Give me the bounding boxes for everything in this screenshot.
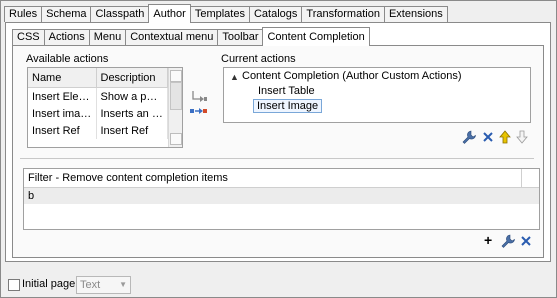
- action-description: Inserts an i...: [96, 105, 168, 122]
- tab-transformation[interactable]: Transformation: [301, 6, 385, 22]
- tab-extensions[interactable]: Extensions: [383, 6, 448, 22]
- wrench-icon[interactable]: [462, 130, 476, 144]
- move-down-icon[interactable]: [516, 130, 528, 144]
- delete-icon[interactable]: [481, 130, 495, 144]
- wrench-icon[interactable]: [501, 234, 515, 248]
- table-row[interactable]: Insert Element Show a pop...: [28, 87, 168, 105]
- remove-action-icon[interactable]: [190, 106, 208, 116]
- column-divider: [521, 169, 522, 187]
- add-action-icon[interactable]: [190, 90, 208, 104]
- action-description: Show a pop...: [96, 87, 168, 105]
- action-description: Insert Ref: [96, 122, 168, 139]
- move-up-icon[interactable]: [499, 130, 511, 144]
- column-header-name[interactable]: Name: [28, 68, 97, 88]
- tab-catalogs[interactable]: Catalogs: [248, 6, 303, 22]
- column-header-description[interactable]: Description: [96, 68, 168, 88]
- scroll-down-button[interactable]: [170, 133, 182, 145]
- tab-actions[interactable]: Actions: [43, 29, 90, 45]
- chevron-down-icon: ▼: [119, 280, 127, 289]
- tab-toolbar[interactable]: Toolbar: [217, 29, 264, 45]
- action-name: Insert Ref: [28, 122, 97, 139]
- filter-row[interactable]: b: [24, 188, 539, 204]
- tab-schema[interactable]: Schema: [41, 6, 92, 22]
- available-actions-label: Available actions: [26, 53, 109, 65]
- scroll-thumb[interactable]: [170, 82, 182, 110]
- tab-content-completion[interactable]: Content Completion: [262, 27, 370, 46]
- tab-contextual-menu[interactable]: Contextual menu: [125, 29, 219, 45]
- tab-css[interactable]: CSS: [12, 29, 45, 45]
- current-actions-label: Current actions: [221, 53, 296, 65]
- vertical-scrollbar[interactable]: [168, 68, 182, 147]
- table-row[interactable]: Insert image Inserts an i...: [28, 105, 168, 122]
- filter-table: Filter - Remove content completion items…: [23, 168, 540, 230]
- tab-menu[interactable]: Menu: [88, 29, 127, 45]
- tab-templates[interactable]: Templates: [189, 6, 250, 22]
- tree-expand-icon[interactable]: ▲: [230, 71, 240, 83]
- initial-page-checkbox[interactable]: [8, 279, 20, 291]
- tab-rules[interactable]: Rules: [4, 6, 43, 22]
- tab-author[interactable]: Author: [148, 4, 191, 23]
- initial-page-combo[interactable]: Text ▼: [76, 276, 131, 294]
- scroll-up-button[interactable]: [170, 70, 182, 82]
- combo-value: Text: [80, 279, 101, 291]
- tree-root[interactable]: Content Completion (Author Custom Action…: [242, 70, 462, 82]
- tree-item[interactable]: Insert Table: [256, 85, 317, 97]
- divider: [20, 158, 534, 159]
- action-name: Insert image: [28, 105, 97, 122]
- action-name: Insert Element: [28, 87, 97, 105]
- add-icon[interactable]: +: [484, 233, 496, 247]
- initial-page-label: Initial page: [22, 278, 76, 290]
- available-actions-table: Name Description Insert Element Show a p…: [27, 67, 183, 148]
- filter-header: Filter - Remove content completion items: [24, 169, 539, 188]
- tab-classpath[interactable]: Classpath: [90, 6, 150, 22]
- tree-item-selected[interactable]: Insert Image: [253, 99, 323, 113]
- table-row[interactable]: Insert Ref Insert Ref: [28, 122, 168, 139]
- current-actions-tree: ▲ Content Completion (Author Custom Acti…: [223, 67, 531, 123]
- delete-icon[interactable]: [519, 234, 533, 248]
